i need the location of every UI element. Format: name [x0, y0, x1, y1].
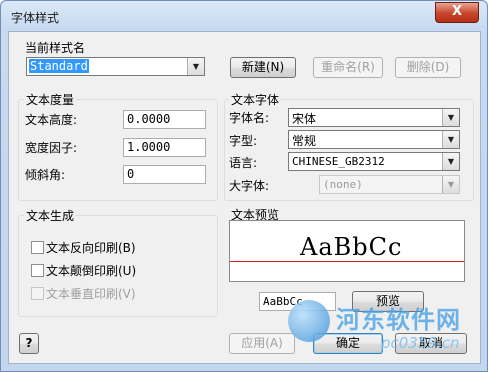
big-font-value: (none) [323, 178, 363, 191]
question-icon: ? [25, 336, 33, 350]
language-value: CHINESE_GB2312 [292, 155, 385, 168]
text-generation-label: 文本生成 [24, 207, 77, 224]
width-factor-field[interactable]: 1.0000 [123, 138, 206, 157]
text-font-label: 文本字体 [229, 91, 282, 108]
language-label: 语言: [229, 156, 258, 170]
preview-sample-text: AaBbCc [300, 233, 403, 261]
delete-style-button[interactable]: 删除(D) [395, 57, 461, 78]
font-name-label: 字体名: [229, 111, 270, 125]
dialog-window: 字体样式 X 当前样式名 Standard ▼ 新建(N) 重命名(R) 删除(… [0, 0, 488, 372]
new-style-button[interactable]: 新建(N) [230, 57, 296, 78]
help-button[interactable]: ? [19, 333, 39, 354]
ok-button[interactable]: 确定 [313, 333, 383, 354]
dialog-body: 当前样式名 Standard ▼ 新建(N) 重命名(R) 删除(D) 文本度量… [8, 31, 481, 364]
current-style-select[interactable]: Standard ▼ [26, 57, 205, 76]
close-button[interactable]: X [435, 2, 479, 23]
big-font-select[interactable]: (none) ▼ [319, 175, 460, 194]
big-font-label: 大字体: [229, 179, 270, 193]
rename-style-button[interactable]: 重命名(R) [313, 57, 383, 78]
chevron-down-icon[interactable]: ▼ [442, 176, 459, 193]
vertical-checkbox[interactable] [31, 287, 44, 300]
chevron-down-icon[interactable]: ▼ [442, 131, 459, 148]
preview-area: AaBbCc [229, 220, 465, 282]
current-style-label: 当前样式名 [25, 41, 86, 55]
baseline-line [230, 261, 464, 262]
upside-down-label: 文本颠倒印刷(U) [46, 264, 137, 278]
language-select[interactable]: CHINESE_GB2312 ▼ [288, 152, 460, 171]
preview-button[interactable]: 预览 [352, 291, 424, 312]
upside-down-checkbox[interactable] [31, 264, 44, 277]
font-name-select[interactable]: 宋体 ▼ [288, 108, 460, 127]
width-factor-label: 宽度因子: [25, 141, 78, 155]
font-style-select[interactable]: 常规 ▼ [288, 130, 460, 149]
text-height-label: 文本高度: [25, 113, 78, 127]
window-title: 字体样式 [11, 11, 60, 25]
text-height-field[interactable]: 0.0000 [123, 110, 206, 129]
font-name-value: 宋体 [292, 112, 317, 126]
close-icon: X [451, 4, 463, 19]
preview-text-field[interactable]: AaBbCc [259, 292, 336, 311]
chevron-down-icon[interactable]: ▼ [442, 109, 459, 126]
cancel-button[interactable]: 取消 [395, 333, 467, 354]
text-measure-label: 文本度量 [24, 91, 77, 108]
chevron-down-icon[interactable]: ▼ [442, 153, 459, 170]
oblique-angle-field[interactable]: 0 [123, 165, 206, 184]
oblique-angle-label: 倾斜角: [25, 168, 66, 182]
apply-button[interactable]: 应用(A) [229, 333, 295, 354]
backwards-label: 文本反向印刷(B) [46, 241, 136, 255]
backwards-checkbox[interactable] [31, 241, 44, 254]
vertical-label: 文本垂直印刷(V) [46, 287, 136, 301]
current-style-value: Standard [29, 59, 89, 73]
font-style-value: 常规 [292, 134, 317, 148]
font-style-label: 字型: [229, 134, 258, 148]
title-bar: 字体样式 X [1, 1, 487, 31]
chevron-down-icon[interactable]: ▼ [187, 58, 204, 75]
